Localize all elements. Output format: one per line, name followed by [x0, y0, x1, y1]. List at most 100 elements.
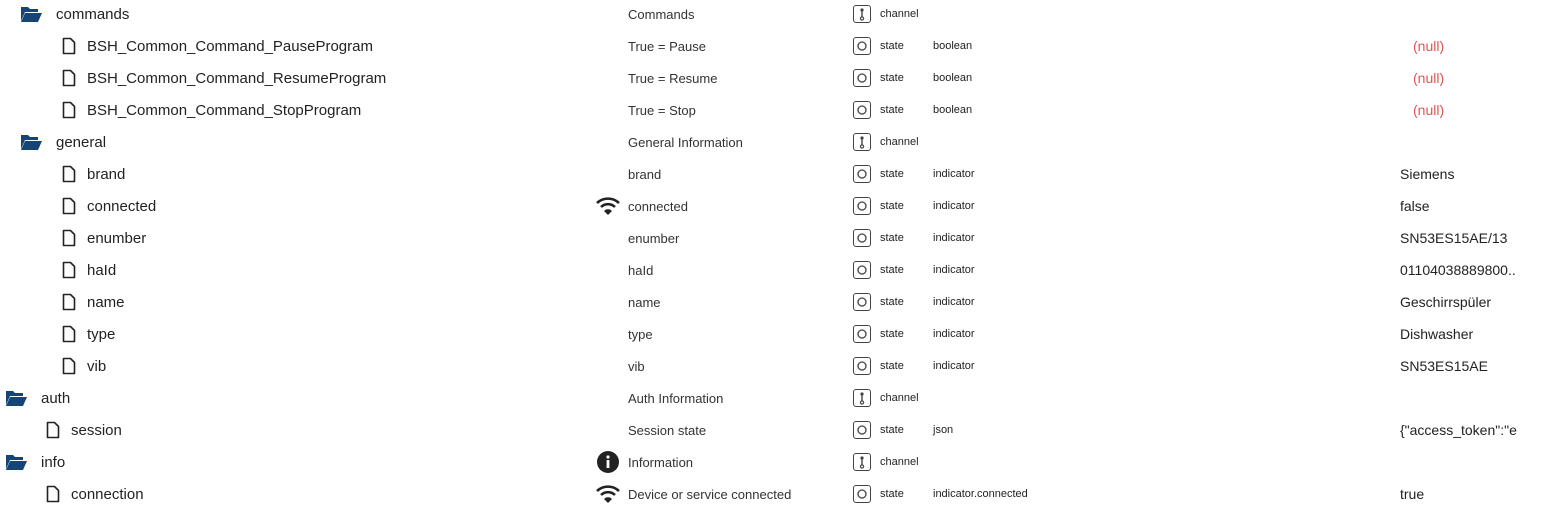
object-value[interactable]: (null) — [1413, 30, 1444, 62]
file-icon[interactable] — [58, 158, 80, 190]
tree-row[interactable]: auth Auth Information channel — [0, 382, 1541, 414]
folder-open-icon[interactable] — [5, 446, 27, 478]
object-type: state — [880, 232, 904, 244]
state-icon — [853, 254, 871, 286]
object-role[interactable]: indicator — [933, 158, 975, 190]
object-id[interactable]: vib — [87, 350, 106, 382]
object-role[interactable]: boolean — [933, 94, 972, 126]
folder-open-icon[interactable] — [20, 0, 42, 30]
object-name[interactable]: Information — [628, 446, 693, 478]
object-name[interactable]: brand — [628, 158, 661, 190]
file-icon[interactable] — [58, 30, 80, 62]
object-value[interactable]: (null) — [1413, 62, 1444, 94]
file-icon[interactable] — [58, 190, 80, 222]
folder-open-icon[interactable] — [20, 126, 42, 158]
object-type: state — [880, 488, 904, 500]
tree-row[interactable]: brand brand state indicator Siemens — [0, 158, 1541, 190]
file-icon[interactable] — [58, 94, 80, 126]
file-icon[interactable] — [58, 318, 80, 350]
tree-row[interactable]: general General Information channel — [0, 126, 1541, 158]
tree-row[interactable]: commands Commands channel — [0, 0, 1541, 30]
object-role[interactable]: indicator — [933, 254, 975, 286]
object-value[interactable]: 01104038889800.. — [1400, 254, 1516, 286]
object-name[interactable]: General Information — [628, 126, 743, 158]
object-name[interactable]: Device or service connected — [628, 478, 791, 510]
object-value[interactable]: Dishwasher — [1400, 318, 1473, 350]
file-icon[interactable] — [42, 478, 64, 510]
object-id[interactable]: brand — [87, 158, 125, 190]
tree-row[interactable]: BSH_Common_Command_PauseProgram True = Pa… — [0, 30, 1541, 62]
object-id[interactable]: auth — [41, 382, 70, 414]
state-icon — [853, 94, 871, 126]
object-role[interactable]: boolean — [933, 30, 972, 62]
object-value[interactable]: Geschirrspüler — [1400, 286, 1491, 318]
object-name[interactable]: vib — [628, 350, 645, 382]
object-id[interactable]: info — [41, 446, 65, 478]
file-icon[interactable] — [58, 254, 80, 286]
file-icon[interactable] — [58, 286, 80, 318]
tree-row[interactable]: name name state indicator Geschirrspüler — [0, 286, 1541, 318]
state-icon — [853, 414, 871, 446]
tree-row[interactable]: haId haId state indicator 01104038889800.. — [0, 254, 1541, 286]
tree-row[interactable]: BSH_Common_Command_StopProgram True = Sto… — [0, 94, 1541, 126]
object-role[interactable]: indicator — [933, 222, 975, 254]
object-id[interactable]: commands — [56, 0, 129, 30]
object-value[interactable]: SN53ES15AE/13 — [1400, 222, 1507, 254]
file-icon[interactable] — [58, 62, 80, 94]
tree-row[interactable]: connected connected state indicator false — [0, 190, 1541, 222]
tree-row[interactable]: vib vib state indicator SN53ES15AE — [0, 350, 1541, 382]
object-name[interactable]: enumber — [628, 222, 679, 254]
info-icon — [595, 446, 621, 478]
file-icon[interactable] — [42, 414, 64, 446]
object-type: state — [880, 360, 904, 372]
state-icon — [853, 478, 871, 510]
object-id[interactable]: haId — [87, 254, 116, 286]
tree-row[interactable]: type type state indicator Dishwasher — [0, 318, 1541, 350]
object-type: state — [880, 72, 904, 84]
object-id[interactable]: enumber — [87, 222, 146, 254]
object-name[interactable]: connected — [628, 190, 688, 222]
object-id[interactable]: connected — [87, 190, 156, 222]
object-id[interactable]: BSH_Common_Command_ResumeProgram — [87, 62, 386, 94]
file-icon[interactable] — [58, 350, 80, 382]
object-id[interactable]: session — [71, 414, 122, 446]
object-id[interactable]: BSH_Common_Command_StopProgram — [87, 94, 361, 126]
object-name[interactable]: True = Resume — [628, 62, 717, 94]
object-name[interactable]: haId — [628, 254, 653, 286]
object-role[interactable]: indicator — [933, 190, 975, 222]
object-name[interactable]: Session state — [628, 414, 706, 446]
object-role[interactable]: indicator — [933, 318, 975, 350]
object-value[interactable]: false — [1400, 190, 1430, 222]
object-role[interactable]: indicator — [933, 350, 975, 382]
object-id[interactable]: type — [87, 318, 115, 350]
object-role[interactable]: indicator.connected — [933, 478, 1028, 510]
object-value[interactable]: true — [1400, 478, 1424, 510]
folder-open-icon[interactable] — [5, 382, 27, 414]
object-value[interactable]: (null) — [1413, 94, 1444, 126]
object-value[interactable]: {"access_token":"e — [1400, 414, 1517, 446]
object-name[interactable]: True = Pause — [628, 30, 706, 62]
object-name[interactable]: type — [628, 318, 653, 350]
file-icon[interactable] — [58, 222, 80, 254]
state-icon — [853, 190, 871, 222]
tree-row[interactable]: enumber enumber state indicator SN53ES15AE/1… — [0, 222, 1541, 254]
object-id[interactable]: connection — [71, 478, 144, 510]
object-value[interactable]: SN53ES15AE — [1400, 350, 1488, 382]
tree-row[interactable]: BSH_Common_Command_ResumeProgram True = R… — [0, 62, 1541, 94]
wifi-icon — [595, 478, 621, 510]
object-value[interactable]: Siemens — [1400, 158, 1454, 190]
object-role[interactable]: indicator — [933, 286, 975, 318]
object-type: state — [880, 40, 904, 52]
object-id[interactable]: name — [87, 286, 125, 318]
object-name[interactable]: Commands — [628, 0, 694, 30]
object-name[interactable]: name — [628, 286, 661, 318]
object-name[interactable]: True = Stop — [628, 94, 696, 126]
object-id[interactable]: BSH_Common_Command_PauseProgram — [87, 30, 373, 62]
tree-row[interactable]: session Session state state json {"access_to… — [0, 414, 1541, 446]
object-role[interactable]: json — [933, 414, 953, 446]
tree-row[interactable]: info Information channel — [0, 446, 1541, 478]
object-id[interactable]: general — [56, 126, 106, 158]
object-role[interactable]: boolean — [933, 62, 972, 94]
tree-row[interactable]: connection Device or service connected sta… — [0, 478, 1541, 510]
object-name[interactable]: Auth Information — [628, 382, 723, 414]
